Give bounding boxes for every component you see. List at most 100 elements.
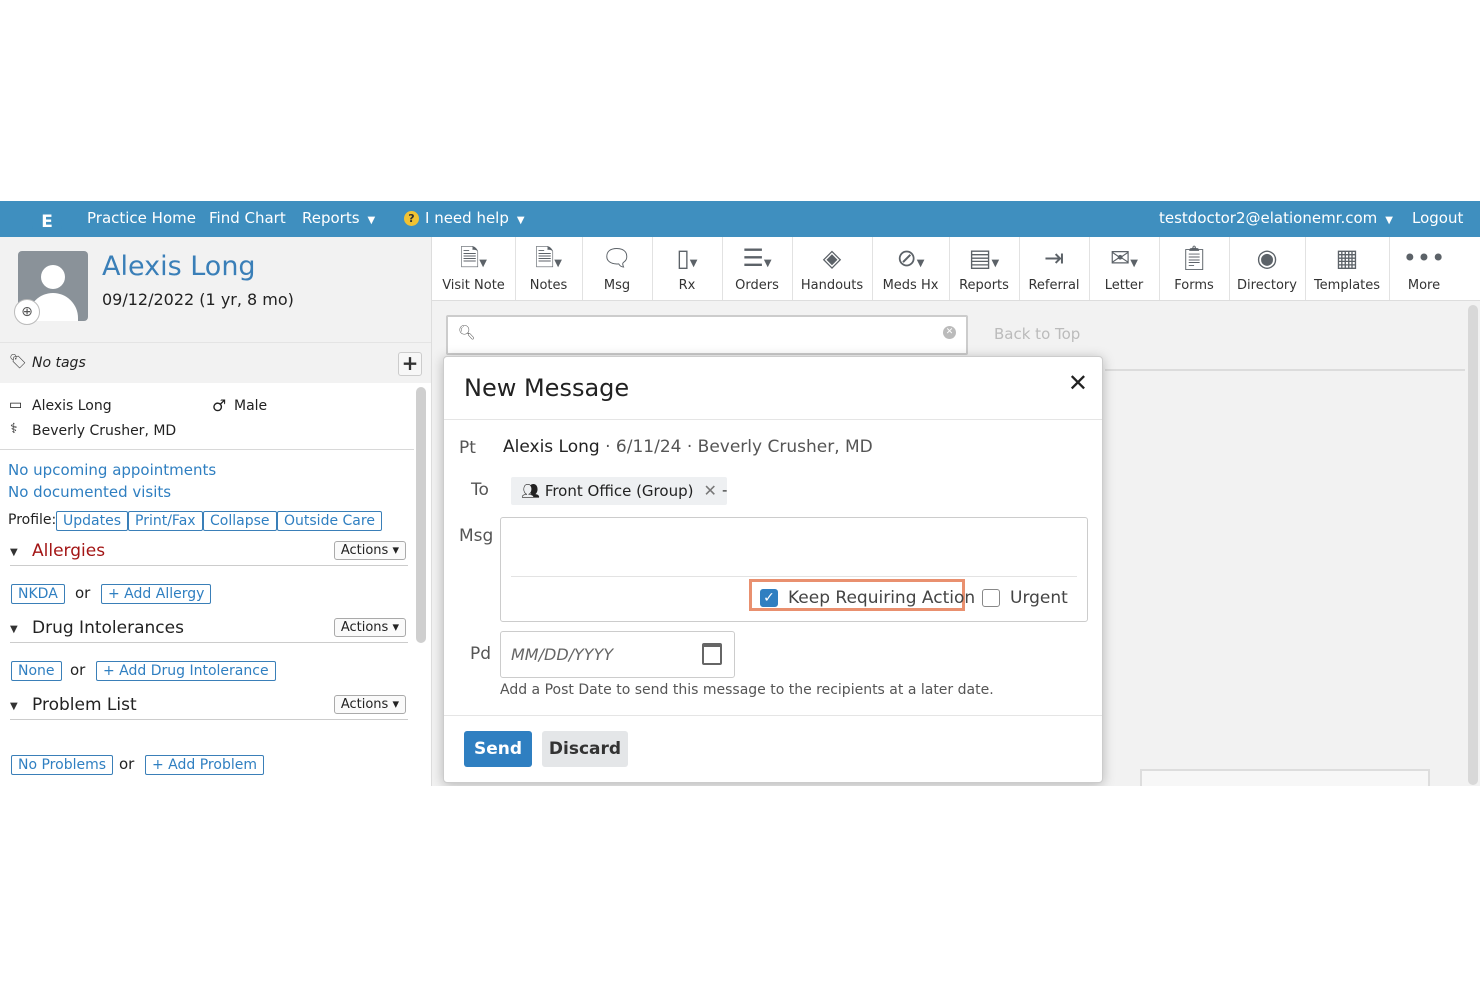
top-nav: E Practice Home Find Chart Reports ▼ ? I n… xyxy=(0,201,1480,241)
template-icon: ▦ xyxy=(1335,244,1359,272)
or-text: or xyxy=(70,661,86,679)
toolbar-forms[interactable]: 📋︎ Forms xyxy=(1159,237,1230,300)
toolbar-referral[interactable]: ⇥ Referral xyxy=(1019,237,1090,300)
pd-label: Pd xyxy=(470,644,492,664)
appointments-link[interactable]: No upcoming appointments xyxy=(8,461,216,479)
tags-row: 🏷︎ No tags + xyxy=(0,342,431,383)
profile-collapse-button[interactable]: Collapse xyxy=(203,511,277,531)
layers-icon: ◈ xyxy=(822,244,842,272)
urgent-checkbox[interactable] xyxy=(982,589,1000,607)
drug-intolerances-title: Drug Intolerances xyxy=(32,618,184,638)
remove-recipient-icon[interactable]: ✕ xyxy=(703,481,716,500)
calendar-icon[interactable] xyxy=(702,643,722,665)
visits-link[interactable]: No documented visits xyxy=(8,483,171,501)
toolbar-orders[interactable]: ☰▼ Orders xyxy=(722,237,793,300)
more-dots-icon: ••• xyxy=(1402,244,1446,272)
keep-requiring-action-label[interactable]: Keep Requiring Action xyxy=(788,588,975,608)
close-icon[interactable]: ✕ xyxy=(1068,369,1088,397)
problem-actions-button[interactable]: Actions ▾ xyxy=(333,695,406,714)
patient-header: ⊕ Alexis Long 09/12/2022 (1 yr, 8 mo) xyxy=(0,237,431,342)
pt-value: Alexis Long · 6/11/24 · Beverly Crusher,… xyxy=(503,437,873,457)
nav-find-chart[interactable]: Find Chart xyxy=(209,209,286,227)
toolbar-visit-note[interactable]: 🗎▼ Visit Note xyxy=(432,237,516,300)
tag-icon: 🏷︎ xyxy=(9,354,27,370)
send-button[interactable]: Send xyxy=(464,731,532,767)
profile-outside-care-button[interactable]: Outside Care xyxy=(277,511,382,531)
post-date-hint: Add a Post Date to send this message to … xyxy=(500,682,994,698)
problem-list-section: ▼ Problem List Actions ▾ xyxy=(10,695,408,720)
new-message-modal: New Message ✕ Pt Alexis Long · 6/11/24 ·… xyxy=(443,356,1103,783)
date-placeholder: MM/DD/YYYY xyxy=(511,645,614,664)
document-icon: 🗎▼ xyxy=(460,244,487,272)
stethoscope-icon: ⚕ xyxy=(10,421,18,437)
to-label: To xyxy=(471,480,489,500)
main-scrollbar[interactable] xyxy=(1468,305,1478,785)
patient-sex: Male xyxy=(234,398,268,414)
referral-icon: ⇥ xyxy=(1043,244,1065,272)
male-icon: ♂ xyxy=(212,396,227,415)
post-date-input[interactable]: MM/DD/YYYY xyxy=(500,631,735,678)
elation-logo[interactable]: E xyxy=(32,203,62,241)
drug-actions-button[interactable]: Actions ▾ xyxy=(333,618,406,637)
clear-search-icon[interactable]: ✕ xyxy=(943,326,956,339)
directory-icon: ◉ xyxy=(1256,244,1278,272)
toolbar-templates[interactable]: ▦ Templates xyxy=(1305,237,1390,300)
collapse-triangle-icon[interactable]: ▼ xyxy=(10,624,18,635)
patient-name[interactable]: Alexis Long xyxy=(102,251,256,282)
urgent-label[interactable]: Urgent xyxy=(1010,588,1068,608)
collapse-triangle-icon[interactable]: ▼ xyxy=(10,547,18,558)
profile-print-fax-button[interactable]: Print/Fax xyxy=(128,511,203,531)
discard-button[interactable]: Discard xyxy=(542,731,628,767)
nkda-button[interactable]: NKDA xyxy=(11,584,65,604)
nav-logout[interactable]: Logout xyxy=(1412,209,1463,227)
allergies-title: Allergies xyxy=(32,541,106,561)
envelope-icon: ✉▼ xyxy=(1110,244,1138,272)
chevron-down-icon: ▼ xyxy=(516,215,525,226)
nav-help[interactable]: ? I need help ▼ xyxy=(404,209,525,227)
chart-search-input[interactable]: 🔍︎ ✕ xyxy=(446,315,968,355)
allergies-section: ▼ Allergies Actions ▾ xyxy=(10,541,408,566)
nav-user-menu[interactable]: testdoctor2@elationemr.com ▼ xyxy=(1159,209,1393,227)
no-problems-button[interactable]: No Problems xyxy=(11,755,114,775)
collapse-triangle-icon[interactable]: ▼ xyxy=(10,701,18,712)
toolbar-rx[interactable]: ▯▼ Rx xyxy=(652,237,723,300)
toolbar-reports[interactable]: ▤▼ Reports xyxy=(949,237,1020,300)
recipient-chip: 👥︎ Front Office (Group) ✕ xyxy=(511,477,727,505)
nav-practice-home[interactable]: Practice Home xyxy=(87,209,196,227)
toolbar-meds-hx[interactable]: ⊘▼ Meds Hx xyxy=(872,237,950,300)
toolbar-msg[interactable]: 🗨 Msg xyxy=(582,237,653,300)
app-window: E Practice Home Find Chart Reports ▼ ? I n… xyxy=(0,201,1480,786)
help-icon: ? xyxy=(404,211,419,226)
left-scrollbar[interactable] xyxy=(416,387,426,643)
add-drug-intolerance-button[interactable]: + Add Drug Intolerance xyxy=(96,661,276,681)
add-allergy-button[interactable]: + Add Allergy xyxy=(101,584,212,604)
msg-label: Msg xyxy=(459,526,494,546)
toolbar-directory[interactable]: ◉ Directory xyxy=(1229,237,1306,300)
patient-dob: 09/12/2022 (1 yr, 8 mo) xyxy=(102,290,294,309)
id-card-icon: ▭ xyxy=(9,397,23,413)
allergies-actions-button[interactable]: Actions ▾ xyxy=(333,541,406,560)
patient-provider: Beverly Crusher, MD xyxy=(32,423,177,439)
chevron-down-icon: ▼ xyxy=(1385,215,1393,226)
drug-intolerances-section: ▼ Drug Intolerances Actions ▾ xyxy=(10,618,408,643)
patient-summary: ▭ Alexis Long ♂ Male ⚕ Beverly Crusher, … xyxy=(0,383,414,786)
clipboard-icon: 📋︎ xyxy=(1178,244,1210,272)
globe-icon[interactable]: ⊕ xyxy=(14,299,40,325)
toolbar-notes[interactable]: 🗎▼ Notes xyxy=(515,237,583,300)
tags-text: No tags xyxy=(32,355,86,371)
chevron-down-icon: ▼ xyxy=(367,215,376,226)
pill-bottle-icon: ▯▼ xyxy=(676,244,698,272)
profile-updates-button[interactable]: Updates xyxy=(56,511,128,531)
nav-reports[interactable]: Reports ▼ xyxy=(302,209,375,227)
add-problem-button[interactable]: + Add Problem xyxy=(145,755,264,775)
keep-requiring-action-checkbox[interactable]: ✓ xyxy=(760,589,778,607)
list-icon: ☰▼ xyxy=(742,244,772,272)
patient-panel: ⊕ Alexis Long 09/12/2022 (1 yr, 8 mo) 🏷︎… xyxy=(0,237,432,786)
add-tag-button[interactable]: + xyxy=(398,352,422,376)
toolbar-handouts[interactable]: ◈ Handouts xyxy=(792,237,873,300)
pt-label: Pt xyxy=(459,438,476,458)
toolbar-more[interactable]: ••• More xyxy=(1389,237,1459,300)
none-button[interactable]: None xyxy=(11,661,62,681)
back-to-top-link[interactable]: Back to Top xyxy=(994,325,1080,343)
toolbar-letter[interactable]: ✉▼ Letter xyxy=(1089,237,1160,300)
